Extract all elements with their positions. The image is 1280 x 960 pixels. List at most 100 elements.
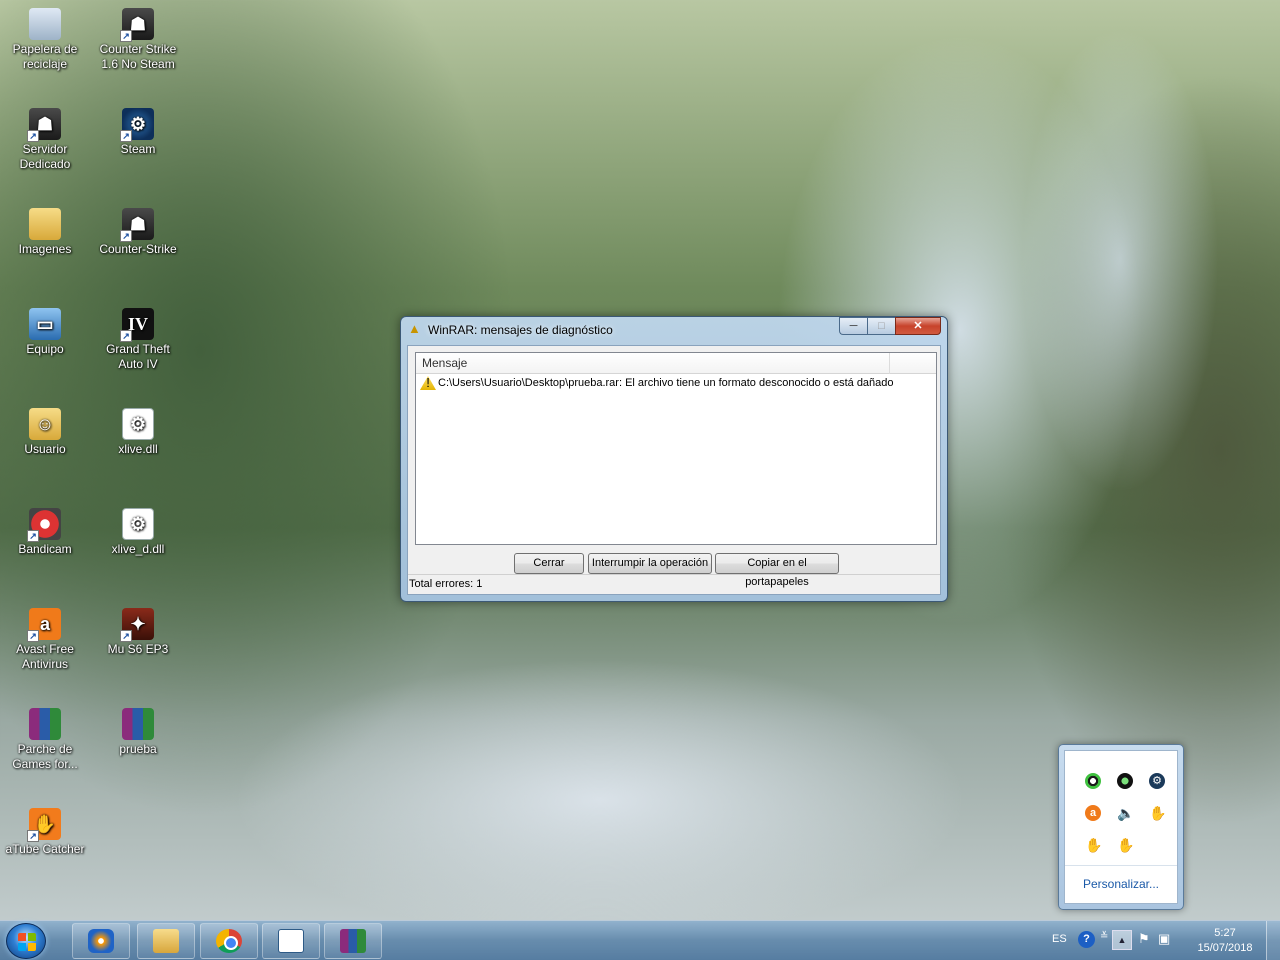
clock[interactable]: 5:27 15/07/2018: [1190, 926, 1260, 956]
user-folder-icon: ☺: [29, 408, 61, 440]
dialog-client-area: Mensaje ! C:\Users\Usuario\Desktop\prueb…: [407, 345, 941, 595]
computer-icon: ▭: [29, 308, 61, 340]
desktop-icon-usuario[interactable]: ☺ Usuario: [0, 408, 90, 457]
warning-icon: !: [420, 376, 436, 390]
desktop-icon-label: Papelera de reciclaje: [12, 42, 78, 71]
minimize-button[interactable]: ─: [839, 317, 867, 335]
copiar-portapapeles-button[interactable]: Copiar en el portapapeles: [715, 553, 839, 588]
desktop-icon-server[interactable]: ☗ ↗ Servidor Dedicado: [0, 108, 90, 172]
message-list[interactable]: Mensaje ! C:\Users\Usuario\Desktop\prueb…: [415, 352, 937, 545]
list-item[interactable]: ! C:\Users\Usuario\Desktop\prueba.rar: E…: [416, 374, 936, 392]
cerrar-button[interactable]: Cerrar: [514, 553, 584, 574]
personalizar-link[interactable]: Personalizar...: [1065, 877, 1177, 891]
bandicam-icon: ↗: [27, 508, 61, 542]
desktop-icon-mu[interactable]: ✦ ↗ Mu S6 EP3: [93, 608, 183, 657]
avast-icon: a ↗: [27, 608, 61, 642]
desktop-icon-label: xlive_d.dll: [111, 542, 165, 556]
dialog-button-row: Cerrar Interrumpir la operación Copiar e…: [408, 553, 940, 588]
desktop-icon-label: Counter-Strike: [99, 242, 177, 256]
winrar-diagnostic-dialog: ▲ WinRAR: mensajes de diagnóstico ─ □ ✕ …: [400, 316, 948, 602]
volume-icon[interactable]: 🔈: [1109, 797, 1141, 829]
atube-catcher-icon: ✋ ↗: [27, 808, 61, 842]
desktop-icon-recycle-bin[interactable]: Papelera de reciclaje: [0, 8, 90, 72]
desktop-icon-xlive-dll[interactable]: ⚙ xlive.dll: [93, 408, 183, 457]
desktop-icon-label: Usuario: [24, 442, 66, 456]
desktop-icon-label: Steam: [120, 142, 156, 156]
system-tray: ES ? ≚ ▲ ⚑ ▣ 5:27 15/07/2018: [1040, 921, 1280, 960]
tray-popup-inner: ⚙ a 🔈 ✋ ✋ ✋ Personalizar...: [1064, 750, 1178, 904]
network-icon[interactable]: ▣: [1158, 931, 1170, 947]
hand-tray-icon[interactable]: ✋: [1141, 797, 1173, 829]
desktop-icon-counter-strike[interactable]: ☗ ↗ Counter-Strike: [93, 208, 183, 257]
avast-tray-icon[interactable]: a: [1077, 797, 1109, 829]
gta-iv-icon: IV ↗: [120, 308, 154, 342]
taskbar-media-player[interactable]: [72, 923, 130, 959]
dialog-titlebar[interactable]: ▲ WinRAR: mensajes de diagnóstico ─ □ ✕: [401, 317, 947, 341]
warning-icon: ▲: [408, 321, 421, 336]
action-center-flag-icon[interactable]: ⚑: [1138, 931, 1150, 947]
chrome-icon: [216, 929, 242, 953]
desktop-icon-label: Mu S6 EP3: [107, 642, 169, 656]
help-icon[interactable]: ?: [1078, 931, 1095, 948]
status-bar: Total errores: 1: [408, 574, 940, 594]
desktop-icon-label: Avast Free Antivirus: [16, 642, 74, 671]
clock-date: 15/07/2018: [1197, 942, 1253, 954]
desktop-icon-xlive-d-dll[interactable]: ⚙ xlive_d.dll: [93, 508, 183, 557]
folder-icon: [29, 208, 61, 240]
show-desktop-button[interactable]: [1266, 921, 1280, 960]
window-buttons: ─ □ ✕: [839, 317, 941, 335]
dll-file-icon: ⚙: [122, 408, 154, 440]
desktop-icon-gta-iv[interactable]: IV ↗ Grand Theft Auto IV: [93, 308, 183, 372]
clock-time: 5:27: [1214, 927, 1236, 939]
desktop-icon-label: Grand Theft Auto IV: [106, 342, 170, 371]
taskbar: ES ? ≚ ▲ ⚑ ▣ 5:27 15/07/2018: [0, 920, 1280, 960]
language-indicator[interactable]: ES: [1052, 933, 1067, 945]
desktop-icon-steam[interactable]: ⚙ ↗ Steam: [93, 108, 183, 157]
app-window-icon: [278, 929, 304, 953]
desktop-icon-label: aTube Catcher: [5, 842, 85, 856]
hand-tray-icon[interactable]: ✋: [1077, 829, 1109, 861]
maximize-button[interactable]: □: [867, 317, 895, 335]
mu-online-icon: ✦ ↗: [120, 608, 154, 642]
desktop-icon-avast[interactable]: a ↗ Avast Free Antivirus: [0, 608, 90, 672]
desktop-icon-bandicam[interactable]: ↗ Bandicam: [0, 508, 90, 557]
winrar-archive-icon: [29, 708, 61, 740]
show-hidden-icons-button[interactable]: ▲: [1112, 930, 1132, 950]
desktop-icon-label: prueba: [119, 742, 157, 756]
tray-icon-grid: ⚙ a 🔈 ✋ ✋ ✋: [1077, 765, 1173, 861]
taskbar-winrar[interactable]: [324, 923, 382, 959]
chevron-icon[interactable]: ≚: [1100, 931, 1108, 942]
desktop-icon-imagenes[interactable]: Imagenes: [0, 208, 90, 257]
recycle-bin-icon: [29, 8, 61, 40]
close-window-button[interactable]: ✕: [895, 317, 941, 335]
hand-tray-icon[interactable]: ✋: [1109, 829, 1141, 861]
notification-area-popup: ⚙ a 🔈 ✋ ✋ ✋ Personalizar...: [1058, 744, 1184, 910]
recording-tray-icon[interactable]: [1109, 765, 1141, 797]
list-header: Mensaje: [416, 353, 936, 374]
server-icon: ☗ ↗: [27, 108, 61, 142]
media-player-icon: [88, 929, 114, 953]
windows-logo-icon: [18, 933, 36, 951]
steam-icon: ⚙ ↗: [120, 108, 154, 142]
desktop-icon-parche[interactable]: Parche de Games for...: [0, 708, 90, 772]
counter-strike-icon: ☗ ↗: [120, 208, 154, 242]
interrumpir-button[interactable]: Interrumpir la operación: [588, 553, 712, 574]
total-errors-text: Total errores: 1: [409, 578, 483, 590]
taskbar-file-explorer[interactable]: [137, 923, 195, 959]
taskbar-app-window[interactable]: [262, 923, 320, 959]
dll-file-icon: ⚙: [122, 508, 154, 540]
desktop-icon-label: Imagenes: [18, 242, 72, 256]
desktop-icon-prueba[interactable]: prueba: [93, 708, 183, 757]
taskbar-chrome[interactable]: [200, 923, 258, 959]
bandicam-tray-icon[interactable]: [1077, 765, 1109, 797]
dialog-title: WinRAR: mensajes de diagnóstico: [428, 323, 613, 337]
desktop-icon-equipo[interactable]: ▭ Equipo: [0, 308, 90, 357]
column-header-mensaje[interactable]: Mensaje: [416, 353, 890, 374]
winrar-archive-icon: [122, 708, 154, 740]
start-button[interactable]: [6, 923, 46, 959]
desktop-icon-counter-strike-ns[interactable]: ☗ ↗ Counter Strike 1.6 No Steam: [93, 8, 183, 72]
tray-divider: [1065, 865, 1177, 866]
desktop-icon-label: Bandicam: [18, 542, 72, 556]
steam-tray-icon[interactable]: ⚙: [1141, 765, 1173, 797]
desktop-icon-atube[interactable]: ✋ ↗ aTube Catcher: [0, 808, 90, 857]
